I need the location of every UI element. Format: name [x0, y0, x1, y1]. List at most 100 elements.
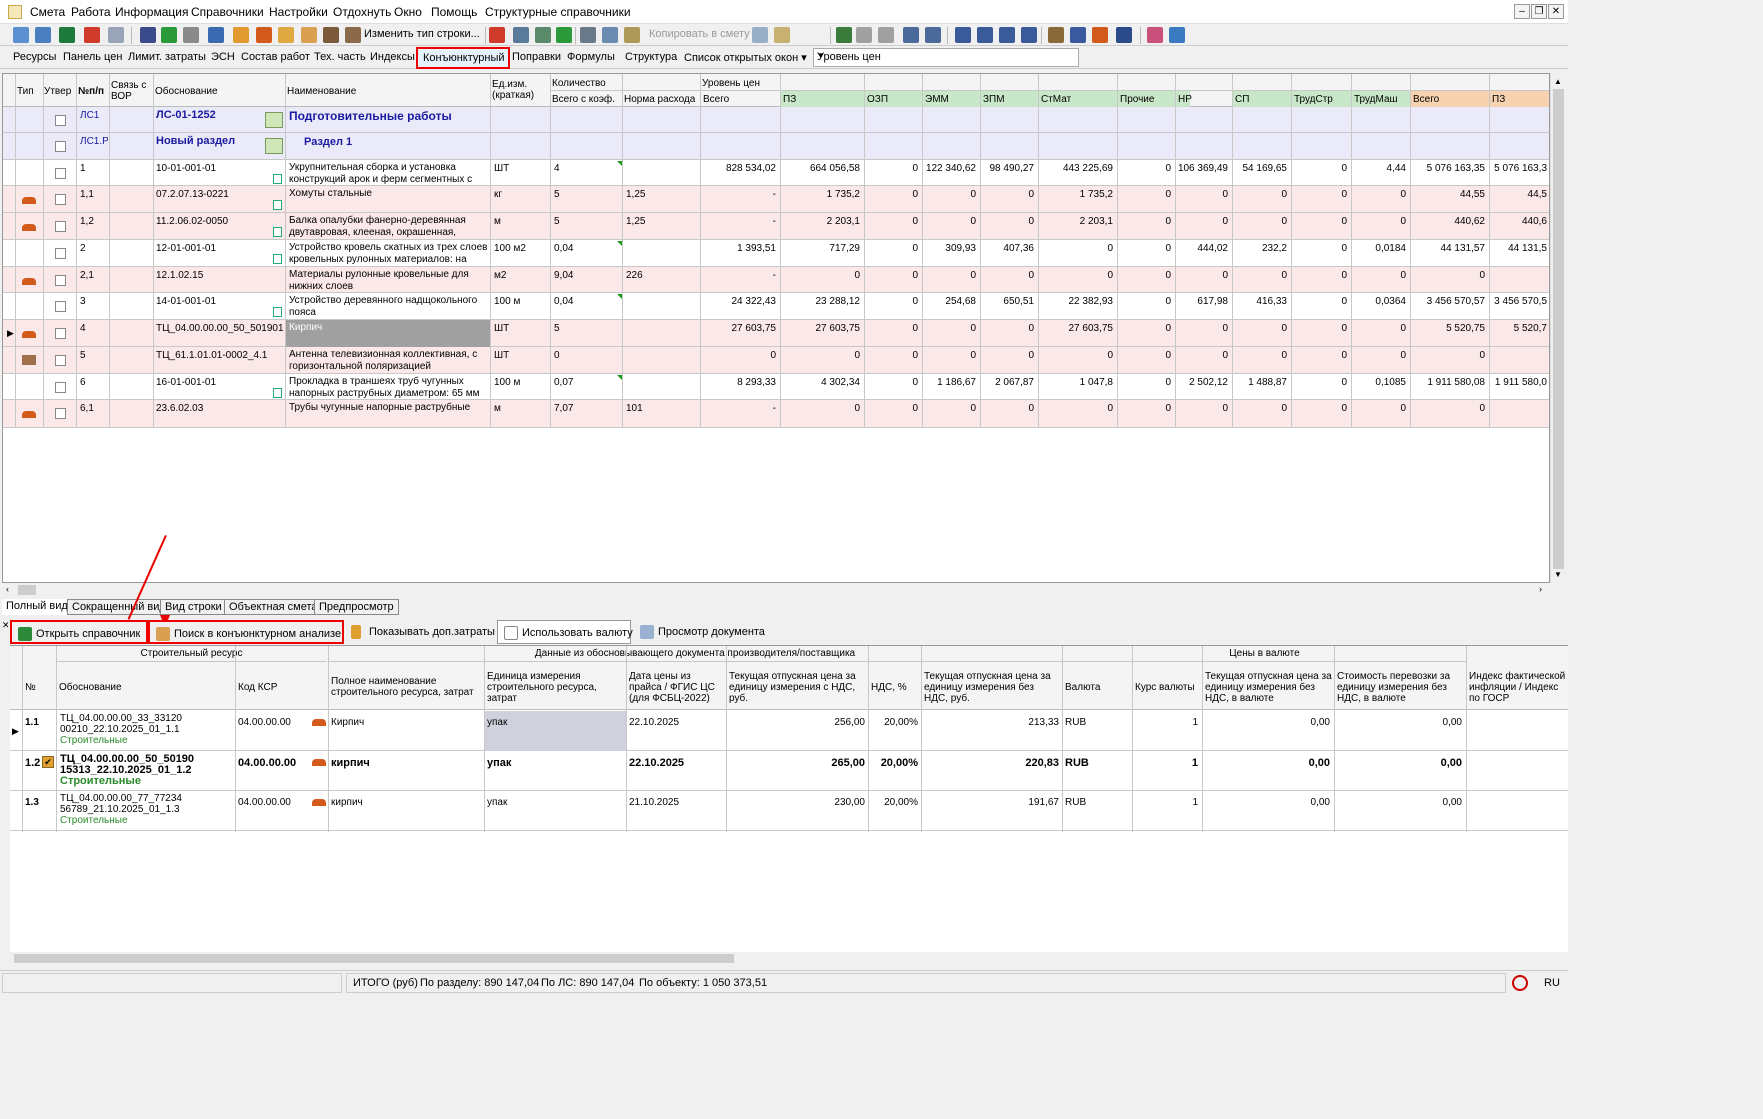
document-link-icon[interactable]: [273, 174, 282, 184]
tool-b-icon[interactable]: [256, 27, 272, 43]
tab-limit-costs[interactable]: Лимит. затраты: [128, 51, 206, 63]
document-link-icon[interactable]: [273, 227, 282, 237]
menu-nastroyki[interactable]: Настройки: [269, 5, 328, 19]
add-row-icon[interactable]: [13, 27, 29, 43]
konjunkturny-button[interactable]: Конъюнктурный: [416, 47, 510, 69]
copy-to-estimate-button[interactable]: Копировать в смету: [649, 28, 750, 40]
view-document-button[interactable]: Просмотр документа: [634, 620, 770, 644]
indent-icon[interactable]: [955, 27, 971, 43]
grid-vertical-scrollbar[interactable]: ▲ ▼: [1550, 73, 1565, 583]
grid-horizontal-scrollbar[interactable]: ‹ ›: [2, 583, 1550, 597]
close-icon[interactable]: ✕: [1548, 4, 1564, 19]
tool-c-icon[interactable]: [278, 27, 294, 43]
tool-a-icon[interactable]: [233, 27, 249, 43]
document-link-icon[interactable]: [273, 388, 282, 398]
approve-checkbox[interactable]: [55, 382, 66, 393]
menu-rabota[interactable]: Работа: [71, 5, 111, 19]
material-icon[interactable]: [1092, 27, 1108, 43]
scroll-right-icon[interactable]: ›: [1539, 584, 1542, 594]
menu-otdohnut[interactable]: Отдохнуть: [333, 5, 391, 19]
open-windows-dropdown[interactable]: Список открытых окон ▾: [684, 51, 807, 64]
document-link-icon[interactable]: [273, 307, 282, 317]
use-currency-toggle[interactable]: Использовать валюту: [497, 620, 633, 644]
tool-l-icon[interactable]: [903, 27, 919, 43]
open-reference-button[interactable]: Открыть справочник: [10, 620, 148, 644]
approve-checkbox[interactable]: [55, 168, 66, 179]
tool-m-icon[interactable]: [925, 27, 941, 43]
approve-checkbox[interactable]: [55, 408, 66, 419]
change-row-type-button[interactable]: Изменить тип строки...: [364, 28, 480, 40]
undo-icon[interactable]: [183, 27, 199, 43]
scroll-left-icon[interactable]: ‹: [6, 584, 9, 594]
tab-work-composition[interactable]: Состав работ: [241, 51, 310, 63]
car-icon[interactable]: [1116, 27, 1132, 43]
tab-esn[interactable]: ЭСН: [211, 51, 235, 63]
menu-okno[interactable]: Окно: [394, 5, 422, 19]
tool-d-icon[interactable]: [301, 27, 317, 43]
approve-checkbox[interactable]: [55, 275, 66, 286]
minimize-icon[interactable]: –: [1514, 4, 1530, 19]
recalc-icon[interactable]: [208, 27, 224, 43]
outdent-icon[interactable]: [977, 27, 993, 43]
approve-checkbox[interactable]: [55, 355, 66, 366]
paste-icon[interactable]: [624, 27, 640, 43]
books-icon[interactable]: [1169, 27, 1185, 43]
restore-icon[interactable]: ❐: [1531, 4, 1547, 19]
tab-tech-part[interactable]: Тех. часть: [314, 51, 366, 63]
tool-g-icon[interactable]: [535, 27, 551, 43]
document-link-icon[interactable]: [273, 254, 282, 264]
menu-info[interactable]: Информация: [115, 5, 188, 19]
status-lang[interactable]: RU: [1544, 977, 1560, 989]
tool-k-icon[interactable]: [836, 27, 852, 43]
tool-h-icon[interactable]: [556, 27, 572, 43]
menu-pomosch[interactable]: Помощь: [431, 5, 477, 19]
insert-row-icon[interactable]: [35, 27, 51, 43]
search-icon[interactable]: [108, 27, 124, 43]
tool-i-icon[interactable]: [752, 27, 768, 43]
cut-icon[interactable]: [580, 27, 596, 43]
hammer-icon[interactable]: [1048, 27, 1064, 43]
tool-p-icon[interactable]: [856, 27, 872, 43]
menu-smeta[interactable]: Смета: [30, 5, 65, 19]
tab-resources[interactable]: Ресурсы: [13, 51, 56, 63]
price-level-select[interactable]: Уровень цен ▼: [813, 48, 1079, 67]
document-link-icon[interactable]: [273, 200, 282, 210]
tab-object-estimate[interactable]: Объектная смета: [224, 599, 323, 615]
tool-f-icon[interactable]: [513, 27, 529, 43]
show-extra-costs-button[interactable]: Показывать доп.затраты: [345, 620, 495, 644]
save-icon[interactable]: [140, 27, 156, 43]
tool-pr-icon[interactable]: [878, 27, 894, 43]
menu-struct-ref[interactable]: Структурные справочники: [485, 5, 631, 19]
tab-row-view[interactable]: Вид строки: [160, 599, 227, 615]
approve-checkbox[interactable]: [55, 301, 66, 312]
delete-icon[interactable]: [489, 27, 505, 43]
tab-popravki[interactable]: Поправки: [512, 51, 561, 63]
tab-preview[interactable]: Предпросмотр: [314, 599, 399, 615]
tool-o-icon[interactable]: [1021, 27, 1037, 43]
scroll-up-icon[interactable]: ▲: [1554, 77, 1562, 86]
truck-icon[interactable]: [1070, 27, 1086, 43]
scroll-down-icon[interactable]: ▼: [1554, 570, 1562, 579]
tab-indexes[interactable]: Индексы: [370, 51, 415, 63]
approve-checkbox[interactable]: [55, 115, 66, 126]
search-konj-analysis-button[interactable]: Поиск в конъюнктурном анализе: [148, 620, 344, 644]
approve-checkbox[interactable]: [55, 221, 66, 232]
menu-spravochniki[interactable]: Справочники: [191, 5, 264, 19]
book-icon[interactable]: [1147, 27, 1163, 43]
tool-e-icon[interactable]: [323, 27, 339, 43]
pdf-icon[interactable]: [84, 27, 100, 43]
approve-checkbox[interactable]: [55, 194, 66, 205]
tab-price-panel[interactable]: Панель цен: [63, 51, 122, 63]
copy-icon[interactable]: [602, 27, 618, 43]
excel-icon[interactable]: [59, 27, 75, 43]
tool-n-icon[interactable]: [999, 27, 1015, 43]
tab-full-view[interactable]: Полный вид: [2, 599, 72, 615]
tab-formulas[interactable]: Формулы: [567, 51, 615, 63]
change-row-type-icon[interactable]: [345, 27, 361, 43]
bottom-horizontal-scrollbar[interactable]: [10, 952, 1568, 965]
approve-checkbox[interactable]: [55, 248, 66, 259]
tool-j-icon[interactable]: [774, 27, 790, 43]
refresh-icon[interactable]: [161, 27, 177, 43]
tab-structure[interactable]: Структура: [625, 51, 677, 63]
approve-checkbox[interactable]: [55, 141, 66, 152]
